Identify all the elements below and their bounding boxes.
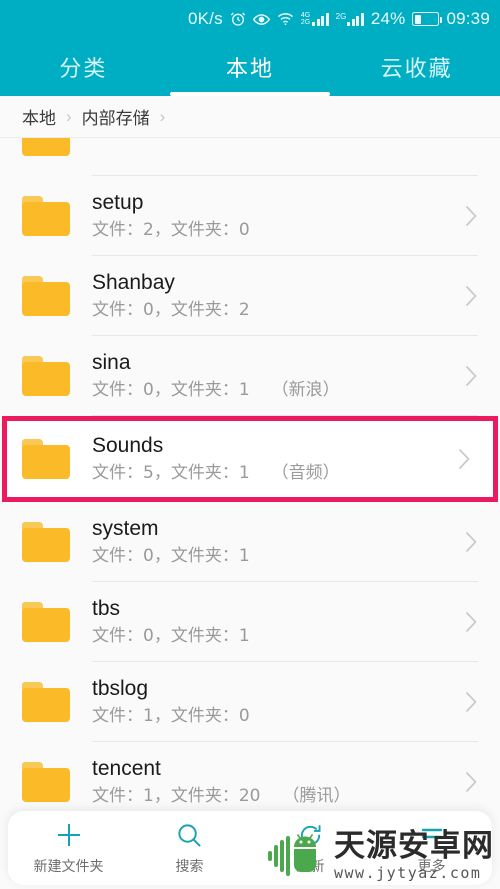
folder-meta: 文件：0，文件夹：0 — [92, 138, 250, 140]
folder-meta: 文件：0，文件夹：1 — [92, 546, 250, 566]
folder-meta: 文件：2，文件夹：0 — [92, 220, 250, 240]
more-label: 更多 — [417, 859, 446, 875]
signal-2g-sup-label: 2G — [335, 12, 347, 21]
signal-4g-icon: 4G 2G — [301, 12, 329, 26]
chevron-right-icon — [456, 205, 486, 227]
list-item-shanbay[interactable]: Shanbay 文件：0，文件夹：2 — [0, 256, 500, 336]
breadcrumb-item-internal-storage[interactable]: 内部存储 — [82, 104, 150, 129]
chevron-right-icon — [456, 691, 486, 713]
folder-icon — [22, 762, 70, 802]
folder-list[interactable]: 文件：0，文件夹：0 （铃声） setup 文件：2，文件夹：0 — [0, 138, 500, 889]
list-item-setup[interactable]: setup 文件：2，文件夹：0 — [0, 176, 500, 256]
more-button[interactable]: 更多 — [371, 820, 492, 876]
tab-cloud-favorites[interactable]: 云收藏 — [333, 51, 500, 83]
refresh-button[interactable]: 刷新 — [250, 820, 371, 876]
folder-note: （新浪） — [271, 380, 340, 400]
folder-icon — [22, 602, 70, 642]
folder-icon — [22, 276, 70, 316]
list-item[interactable]: 文件：0，文件夹：0 （铃声） — [0, 138, 500, 176]
folder-meta: 文件：0，文件夹：2 — [92, 300, 250, 320]
list-item-system[interactable]: system 文件：0，文件夹：1 — [0, 502, 500, 582]
folder-icon — [22, 138, 70, 156]
list-item-tbslog[interactable]: tbslog 文件：1，文件夹：0 — [0, 662, 500, 742]
folder-name: Shanbay — [92, 271, 175, 294]
folder-note: （腾讯） — [282, 786, 351, 806]
folder-icon — [22, 196, 70, 236]
folder-icon — [22, 522, 70, 562]
folder-meta: 文件：0，文件夹：1 — [92, 626, 250, 646]
tab-active-indicator — [170, 92, 330, 96]
breadcrumb-item-local[interactable]: 本地 — [22, 104, 56, 129]
list-item-sina[interactable]: sina 文件：0，文件夹：1 （新浪） — [0, 336, 500, 416]
battery-percent-label: 24% — [370, 9, 406, 28]
new-folder-button[interactable]: 新建文件夹 — [8, 820, 129, 876]
list-item-tencent[interactable]: tencent 文件：1，文件夹：20 （腾讯） — [0, 742, 500, 822]
folder-name: sina — [92, 351, 131, 374]
breadcrumb: 本地 › 内部存储 › — [0, 96, 500, 138]
folder-note: （铃声） — [272, 138, 340, 140]
chevron-right-icon — [456, 771, 486, 793]
bottom-toolbar: 新建文件夹 搜索 刷新 更多 — [8, 811, 492, 885]
search-icon — [176, 820, 203, 850]
signal-4g-label: 4G — [300, 12, 311, 19]
folder-meta: 文件：5，文件夹：1 — [92, 463, 250, 483]
chevron-right-icon — [456, 365, 486, 387]
more-icon — [418, 820, 446, 850]
folder-meta: 文件：0，文件夹：1 — [92, 380, 250, 400]
signal-2g-icon: 2G — [336, 12, 364, 26]
folder-meta: 文件：1，文件夹：20 — [92, 786, 261, 806]
list-item-tbs[interactable]: tbs 文件：0，文件夹：1 — [0, 582, 500, 662]
folder-name: setup — [92, 191, 144, 214]
folder-icon — [22, 682, 70, 722]
refresh-icon — [297, 820, 324, 850]
wifi-icon — [277, 12, 294, 26]
file-manager-app: 0K/s 4G 2G 2G 24% 09:39 分类 本地 云收藏 本地 › 内… — [0, 0, 500, 889]
folder-name: tbslog — [92, 677, 149, 700]
folder-meta: 文件：1，文件夹：0 — [92, 706, 250, 726]
battery-icon — [412, 12, 443, 26]
clock-label: 09:39 — [446, 9, 490, 28]
eye-icon — [252, 13, 270, 26]
list-item-sounds[interactable]: Sounds 文件：5，文件夹：1 （音频） — [2, 416, 498, 502]
plus-icon — [55, 820, 83, 850]
search-button[interactable]: 搜索 — [129, 820, 250, 876]
status-bar: 0K/s 4G 2G 2G 24% 09:39 — [0, 0, 500, 38]
chevron-right-icon: › — [66, 106, 72, 126]
chevron-right-icon — [456, 611, 486, 633]
folder-note: （音频） — [271, 463, 340, 483]
refresh-label: 刷新 — [296, 859, 325, 875]
folder-icon — [22, 356, 70, 396]
folder-icon — [22, 439, 70, 479]
new-folder-label: 新建文件夹 — [33, 859, 104, 875]
folder-name: tencent — [92, 757, 161, 780]
folder-name: system — [92, 517, 159, 540]
chevron-right-icon — [449, 448, 479, 470]
search-label: 搜索 — [175, 859, 204, 875]
tab-bar: 分类 本地 云收藏 — [0, 38, 500, 96]
chevron-right-icon-2: › — [159, 106, 166, 126]
folder-name: tbs — [92, 597, 121, 620]
tab-categories[interactable]: 分类 — [0, 51, 167, 83]
folder-name: Sounds — [92, 434, 164, 457]
chevron-right-icon — [456, 531, 486, 553]
signal-2g-label: 2G — [300, 19, 311, 26]
alarm-icon — [230, 11, 246, 27]
tab-local[interactable]: 本地 — [167, 51, 334, 83]
network-speed-label: 0K/s — [187, 9, 223, 28]
chevron-right-icon — [456, 285, 486, 307]
